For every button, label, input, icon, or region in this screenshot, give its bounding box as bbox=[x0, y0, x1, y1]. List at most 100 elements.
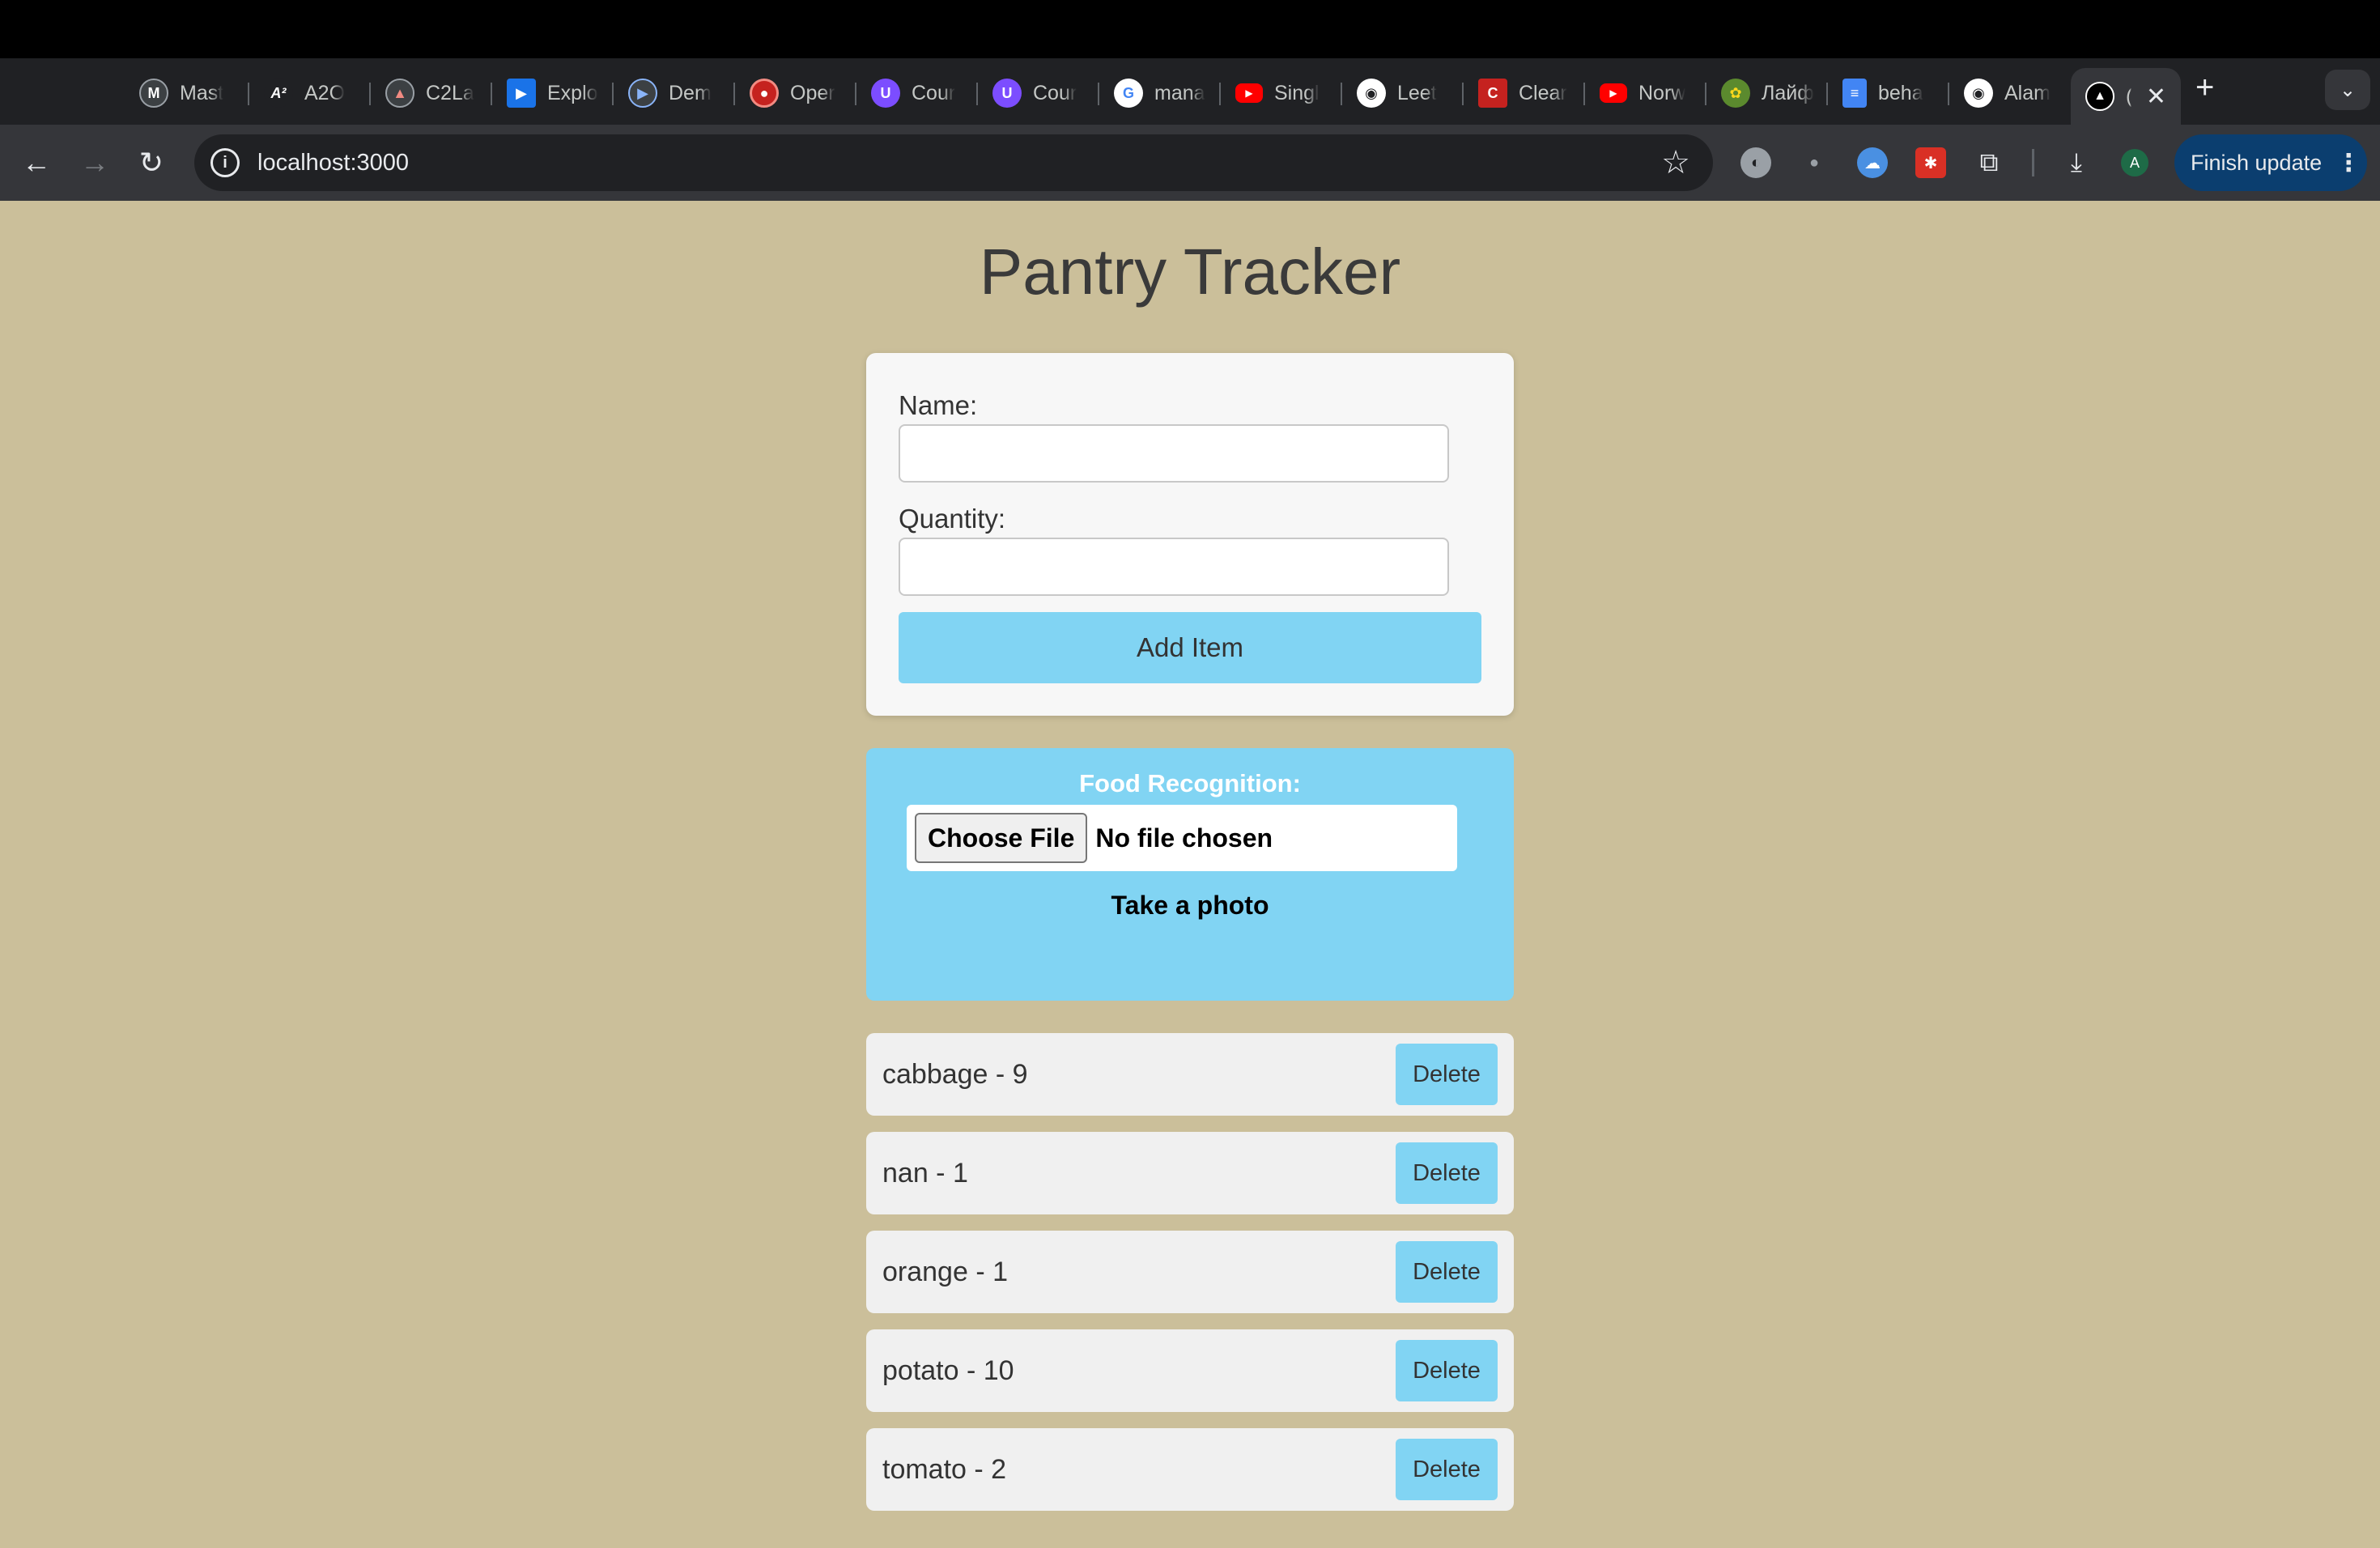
browser-tab[interactable]: Gmana bbox=[1114, 73, 1211, 113]
delete-button[interactable]: Delete bbox=[1396, 1044, 1498, 1105]
tab-divider bbox=[1341, 83, 1342, 105]
reload-button[interactable]: ↻ bbox=[131, 142, 172, 183]
item-text: nan - 1 bbox=[882, 1157, 968, 1189]
tab-search-button[interactable]: ⌄ bbox=[2325, 70, 2370, 110]
tab-divider bbox=[855, 83, 856, 105]
more-vert-icon: ⋮ bbox=[2336, 149, 2361, 176]
list-item: potato - 10 Delete bbox=[866, 1329, 1514, 1412]
os-menu-bar bbox=[0, 0, 2380, 58]
item-text: cabbage - 9 bbox=[882, 1058, 1028, 1090]
browser-toolbar: ← → ↻ i localhost:3000 ☆ ◐ ● ☁ ✱ ⧉ ⤓ A F… bbox=[0, 125, 2380, 201]
address-bar[interactable]: i localhost:3000 ☆ bbox=[194, 134, 1713, 191]
clear-logo-icon: C bbox=[1478, 79, 1507, 108]
item-text: orange - 1 bbox=[882, 1256, 1008, 1287]
file-status: No file chosen bbox=[1095, 823, 1273, 853]
browser-tab[interactable]: ≡ beha bbox=[1842, 73, 1940, 113]
browser-tab[interactable]: U Cour bbox=[992, 73, 1090, 113]
list-item: cabbage - 9 Delete bbox=[866, 1033, 1514, 1116]
food-recognition-panel: Food Recognition: Choose File No file ch… bbox=[866, 748, 1514, 1001]
cloud-icon[interactable]: ☁ bbox=[1857, 147, 1888, 178]
name-label: Name: bbox=[899, 390, 978, 420]
file-input[interactable]: Choose File No file chosen bbox=[907, 805, 1457, 871]
add-item-button[interactable]: Add Item bbox=[899, 612, 1481, 683]
browser-tab[interactable]: C Clear bbox=[1478, 73, 1575, 113]
browser-tab-active[interactable]: ▲(✕ bbox=[2071, 68, 2181, 125]
choose-file-button[interactable]: Choose File bbox=[915, 813, 1088, 863]
info-icon[interactable]: i bbox=[210, 148, 240, 177]
browser-tab[interactable]: ● Oper bbox=[750, 73, 847, 113]
quantity-input[interactable] bbox=[899, 538, 1449, 596]
tab-divider bbox=[1826, 83, 1828, 105]
tab-divider bbox=[491, 83, 492, 105]
tab-divider bbox=[369, 83, 371, 105]
download-icon[interactable]: ⤓ bbox=[2061, 147, 2092, 178]
github-icon: ◉ bbox=[1964, 79, 1993, 108]
browser-tab[interactable]: ▶ Explo bbox=[507, 73, 604, 113]
tab-divider bbox=[1462, 83, 1464, 105]
chevron-down-icon: ⌄ bbox=[2339, 79, 2357, 101]
flower-icon: ✿ bbox=[1721, 79, 1750, 108]
scale-logo-icon: M bbox=[139, 79, 168, 108]
puzzle-icon[interactable]: ⧉ bbox=[1974, 147, 2004, 178]
food-recognition-label: Food Recognition: bbox=[1079, 769, 1301, 797]
forward-button[interactable]: → bbox=[74, 142, 115, 183]
video-play-icon: ▶ bbox=[507, 79, 536, 108]
tab-divider bbox=[976, 83, 978, 105]
toolbar-divider bbox=[2032, 149, 2034, 176]
docs-icon: ≡ bbox=[1842, 79, 1867, 108]
delete-button[interactable]: Delete bbox=[1396, 1340, 1498, 1401]
page-title: Pantry Tracker bbox=[979, 236, 1401, 308]
tab-divider bbox=[1948, 83, 1949, 105]
browser-tab[interactable]: ◉ Alam bbox=[1964, 73, 2061, 113]
course-shield-icon: U bbox=[871, 79, 900, 108]
browser-tab[interactable]: M Mast bbox=[139, 73, 236, 113]
course-shield-icon: U bbox=[992, 79, 1022, 108]
browser-tab[interactable]: ▲ C2La bbox=[385, 73, 482, 113]
youtube-icon: ▶ bbox=[1600, 83, 1627, 103]
github-icon: ◉ bbox=[1357, 79, 1386, 108]
quantity-label: Quantity: bbox=[899, 504, 1006, 534]
tab-divider bbox=[733, 83, 735, 105]
record-icon: ● bbox=[750, 79, 779, 108]
tab-divider bbox=[1219, 83, 1221, 105]
star-icon[interactable]: ☆ bbox=[1661, 144, 1690, 181]
tab-divider bbox=[1098, 83, 1099, 105]
delete-button[interactable]: Delete bbox=[1396, 1241, 1498, 1303]
list-item: tomato - 2 Delete bbox=[866, 1428, 1514, 1511]
browser-tab[interactable]: ▶ Dem bbox=[628, 73, 725, 113]
tab-divider bbox=[612, 83, 614, 105]
add-item-form: Name: Quantity: Add Item bbox=[866, 353, 1514, 716]
name-input[interactable] bbox=[899, 424, 1449, 483]
reload-icon: ↻ bbox=[138, 146, 164, 179]
browser-tab[interactable]: A² A2O bbox=[264, 73, 361, 113]
tab-divider bbox=[1583, 83, 1585, 105]
browser-tab[interactable]: ▶ Norw bbox=[1600, 73, 1697, 113]
video-circle-icon: ▶ bbox=[628, 79, 657, 108]
finish-update-button[interactable]: Finish update ⋮ bbox=[2174, 134, 2367, 191]
back-button[interactable]: ← bbox=[16, 142, 57, 183]
tab-divider bbox=[1705, 83, 1706, 105]
extension-icon[interactable]: ● bbox=[1799, 147, 1830, 178]
browser-tab[interactable]: ✿ Лайф bbox=[1721, 73, 1818, 113]
take-photo-button[interactable]: Take a photo bbox=[866, 891, 1514, 921]
close-icon[interactable]: ✕ bbox=[2146, 83, 2166, 111]
browser-tab[interactable]: ▶ Singl bbox=[1235, 73, 1332, 113]
list-item: orange - 1 Delete bbox=[866, 1231, 1514, 1313]
nextjs-icon: ▲ bbox=[2085, 82, 2114, 111]
finish-update-label: Finish update bbox=[2191, 150, 2323, 175]
item-text: potato - 10 bbox=[882, 1354, 1014, 1386]
url-text[interactable]: localhost:3000 bbox=[257, 150, 409, 176]
delete-button[interactable]: Delete bbox=[1396, 1142, 1498, 1204]
browser-tab[interactable]: U Cour bbox=[871, 73, 968, 113]
tab-divider bbox=[248, 83, 249, 105]
delete-button[interactable]: Delete bbox=[1396, 1439, 1498, 1500]
arrow-left-icon: ← bbox=[22, 146, 51, 179]
a-squared-icon: A² bbox=[264, 79, 293, 108]
browser-tab[interactable]: ◉ Leet bbox=[1357, 73, 1454, 113]
avatar[interactable]: A bbox=[2121, 149, 2148, 176]
youtube-icon: ▶ bbox=[1235, 83, 1263, 103]
extension-icon[interactable]: ✱ bbox=[1915, 147, 1946, 178]
tab-strip: M Mast A² A2O ▲ C2La ▶ Explo ▶ Dem ● Oper U Cou… bbox=[0, 58, 2380, 125]
extension-icon[interactable]: ◐ bbox=[1740, 147, 1771, 178]
new-tab-button[interactable]: + bbox=[2195, 71, 2214, 104]
